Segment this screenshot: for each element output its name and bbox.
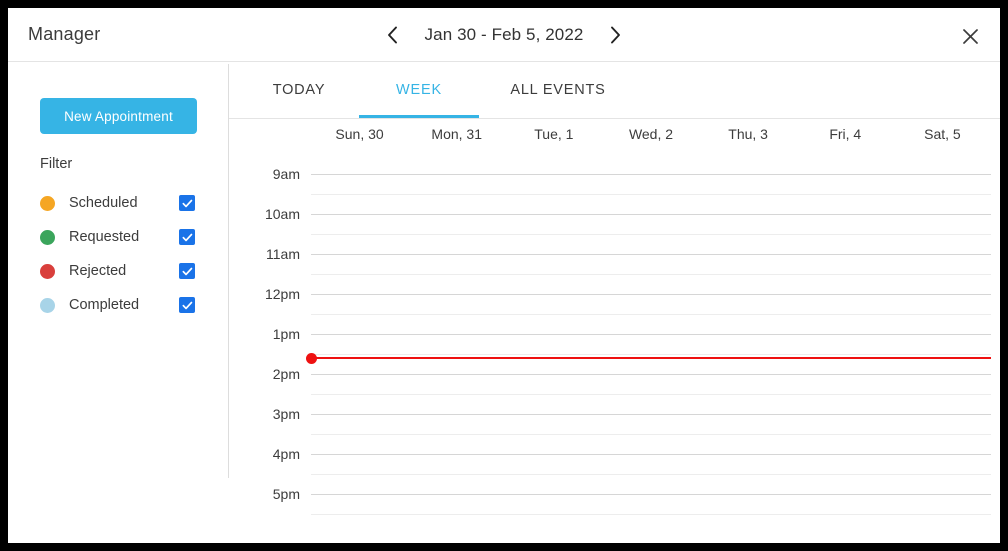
filter-row-scheduled[interactable]: Scheduled	[40, 186, 200, 220]
hour-grid-line	[311, 174, 991, 175]
sidebar: New Appointment Filter Scheduled Requeste…	[8, 62, 228, 543]
tab-today[interactable]: TODAY	[239, 62, 359, 118]
hour-grid-line	[311, 454, 991, 455]
next-week-button[interactable]	[605, 22, 625, 48]
day-header-cell[interactable]: Wed, 2	[603, 126, 700, 142]
half-hour-grid-line	[311, 234, 991, 235]
time-axis-label: 3pm	[229, 406, 300, 422]
close-icon[interactable]	[956, 22, 984, 50]
main-panel: TODAY WEEK ALL EVENTS Sun, 30 Mon, 31 Tue, 1…	[229, 62, 1000, 543]
day-header-cell[interactable]: Thu, 3	[700, 126, 797, 142]
day-header-row: Sun, 30 Mon, 31 Tue, 1 Wed, 2 Thu, 3 Fri, 4 Sa…	[229, 119, 1000, 154]
time-axis-label: 10am	[229, 206, 300, 222]
filter-label: Requested	[69, 229, 139, 245]
half-hour-grid-line	[311, 354, 991, 355]
new-appointment-button[interactable]: New Appointment	[40, 98, 197, 134]
day-header-label: Sat, 5	[924, 126, 961, 142]
view-tabs: TODAY WEEK ALL EVENTS	[229, 62, 1000, 119]
active-tab-underline	[359, 115, 479, 118]
filter-row-requested[interactable]: Requested	[40, 220, 200, 254]
time-axis-label: 11am	[229, 246, 300, 262]
tab-week[interactable]: WEEK	[359, 62, 479, 118]
hour-grid-line	[311, 374, 991, 375]
half-hour-grid-line	[311, 394, 991, 395]
filter-checkbox-requested[interactable]	[179, 229, 195, 245]
filter-label: Rejected	[69, 263, 126, 279]
day-header-label: Wed, 2	[629, 126, 673, 142]
day-header-cell[interactable]: Fri, 4	[797, 126, 894, 142]
status-dot-rejected	[40, 264, 55, 279]
filter-row-rejected[interactable]: Rejected	[40, 254, 200, 288]
time-axis-label: 9am	[229, 166, 300, 182]
current-time-line	[311, 357, 991, 359]
hour-grid-line	[311, 494, 991, 495]
filter-label: Scheduled	[69, 195, 138, 211]
tab-label: ALL EVENTS	[510, 82, 605, 98]
appointment-manager-window: Manager Jan 30 - Feb 5, 2022 New Appoint	[8, 8, 1000, 543]
page-title: Manager	[28, 24, 100, 45]
tab-label: WEEK	[396, 82, 442, 98]
day-header-label: Mon, 31	[431, 126, 482, 142]
prev-week-button[interactable]	[383, 22, 403, 48]
filter-checkbox-scheduled[interactable]	[179, 195, 195, 211]
filter-row-completed[interactable]: Completed	[40, 288, 200, 322]
day-header-label: Tue, 1	[534, 126, 573, 142]
current-time-dot	[306, 353, 317, 364]
time-axis-label: 4pm	[229, 446, 300, 462]
tab-label: TODAY	[273, 82, 326, 98]
status-dot-requested	[40, 230, 55, 245]
status-dot-scheduled	[40, 196, 55, 211]
time-axis-label: 5pm	[229, 486, 300, 502]
date-navigation: Jan 30 - Feb 5, 2022	[8, 8, 1000, 62]
hour-grid-line	[311, 254, 991, 255]
titlebar: Manager Jan 30 - Feb 5, 2022	[8, 8, 1000, 62]
time-axis-label: 1pm	[229, 326, 300, 342]
day-header-cell[interactable]: Sun, 30	[311, 126, 408, 142]
day-header-cell[interactable]: Sat, 5	[894, 126, 991, 142]
half-hour-grid-line	[311, 314, 991, 315]
half-hour-grid-line	[311, 514, 991, 515]
week-calendar-grid[interactable]: 9am 10am 11am 12pm 1pm 2pm 3pm 4pm 5pm	[229, 154, 1000, 543]
day-header-cell[interactable]: Tue, 1	[505, 126, 602, 142]
half-hour-grid-line	[311, 474, 991, 475]
day-header-label: Thu, 3	[728, 126, 768, 142]
status-dot-completed	[40, 298, 55, 313]
time-axis-label: 12pm	[229, 286, 300, 302]
day-header-cell[interactable]: Mon, 31	[408, 126, 505, 142]
time-axis-label: 2pm	[229, 366, 300, 382]
date-range-label[interactable]: Jan 30 - Feb 5, 2022	[425, 25, 584, 45]
filter-checkbox-rejected[interactable]	[179, 263, 195, 279]
half-hour-grid-line	[311, 434, 991, 435]
hour-grid-line	[311, 334, 991, 335]
hour-grid-line	[311, 214, 991, 215]
hour-grid-line	[311, 294, 991, 295]
hour-grid-line	[311, 414, 991, 415]
day-header-label: Fri, 4	[829, 126, 861, 142]
tab-all-events[interactable]: ALL EVENTS	[483, 62, 633, 118]
filter-checkbox-completed[interactable]	[179, 297, 195, 313]
half-hour-grid-line	[311, 274, 991, 275]
day-header-label: Sun, 30	[335, 126, 383, 142]
filter-section-title: Filter	[40, 156, 72, 172]
half-hour-grid-line	[311, 194, 991, 195]
filter-label: Completed	[69, 297, 139, 313]
filter-list: Scheduled Requested Rejected Completed	[40, 186, 200, 322]
